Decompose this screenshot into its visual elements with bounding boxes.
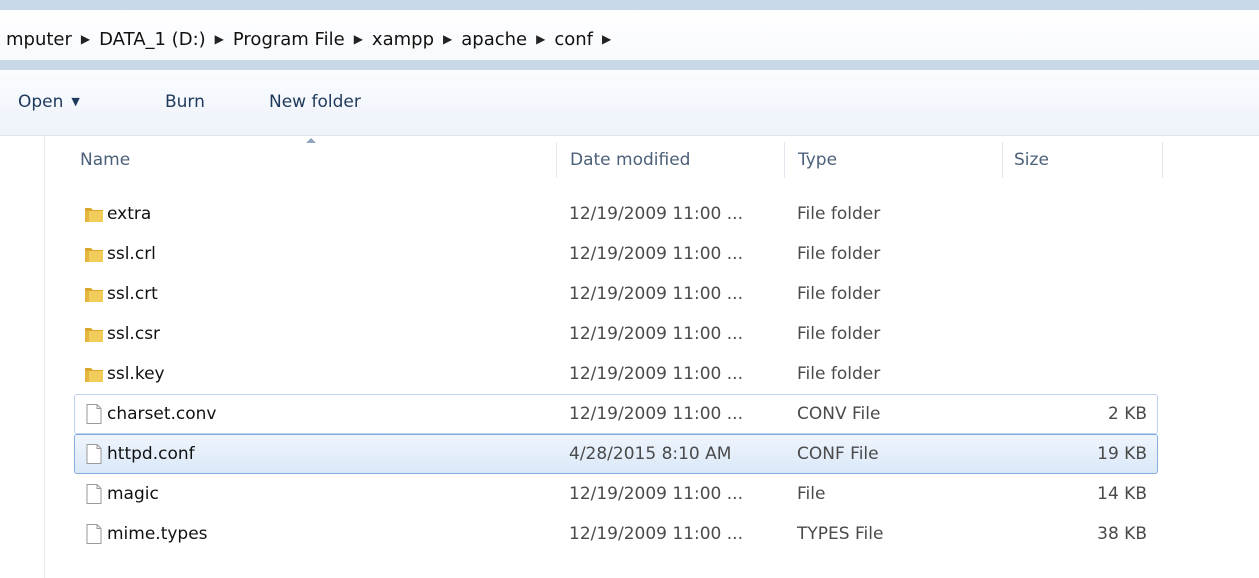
new-folder-button[interactable]: New folder [269, 92, 361, 112]
file-type: File folder [797, 324, 881, 344]
file-row[interactable]: ssl.crt 12/19/2009 11:00 ... File folder [74, 274, 1158, 314]
file-size: 14 KB [1097, 484, 1147, 504]
file-name: ssl.crl [107, 244, 156, 264]
folder-icon [83, 363, 105, 385]
file-type: File folder [797, 284, 881, 304]
breadcrumb-arrow-icon[interactable]: ▶ [599, 32, 614, 46]
folder-icon [83, 203, 105, 225]
file-icon [83, 403, 105, 425]
folder-icon [83, 283, 105, 305]
file-name: ssl.csr [107, 324, 161, 344]
file-name: charset.conv [107, 404, 217, 424]
file-row[interactable]: mime.types 12/19/2009 11:00 ... TYPES File… [74, 514, 1158, 554]
file-row[interactable]: ssl.key 12/19/2009 11:00 ... File folder [74, 354, 1158, 394]
file-date-modified: 12/19/2009 11:00 ... [569, 244, 743, 264]
chevron-down-icon: ▼ [71, 95, 80, 108]
file-size: 38 KB [1097, 524, 1147, 544]
breadcrumb-arrow-icon[interactable]: ▶ [533, 32, 548, 46]
command-toolbar: Open ▼ Burn New folder [0, 70, 1259, 136]
file-type: File folder [797, 204, 881, 224]
file-row[interactable]: ssl.crl 12/19/2009 11:00 ... File folder [74, 234, 1158, 274]
breadcrumb-item[interactable]: apache [455, 29, 533, 50]
address-bar[interactable]: mputer ▶ DATA_1 (D:) ▶ Program File ▶ xampp ▶ ap… [0, 10, 1259, 65]
file-type: File folder [797, 364, 881, 384]
file-date-modified: 12/19/2009 11:00 ... [569, 524, 743, 544]
column-header-size[interactable]: Size [1014, 142, 1049, 178]
breadcrumb-arrow-icon[interactable]: ▶ [78, 32, 93, 46]
column-divider[interactable] [784, 142, 785, 178]
file-row[interactable]: extra 12/19/2009 11:00 ... File folder [74, 194, 1158, 234]
file-date-modified: 4/28/2015 8:10 AM [569, 444, 732, 464]
file-name: httpd.conf [107, 444, 195, 464]
file-size: 2 KB [1107, 404, 1147, 424]
column-divider[interactable] [1002, 142, 1003, 178]
file-name: extra [107, 204, 152, 224]
breadcrumb-item[interactable]: Program File [227, 29, 351, 50]
breadcrumb-arrow-icon[interactable]: ▶ [440, 32, 455, 46]
file-name: mime.types [107, 524, 208, 544]
file-row[interactable]: httpd.conf 4/28/2015 8:10 AM CONF File 19 K… [74, 434, 1158, 474]
file-list: extra 12/19/2009 11:00 ... File folder ssl.… [74, 194, 1158, 554]
file-date-modified: 12/19/2009 11:00 ... [569, 324, 743, 344]
open-button-label: Open [18, 92, 64, 112]
open-button[interactable]: Open ▼ [18, 92, 80, 112]
file-name: magic [107, 484, 159, 504]
file-icon [83, 443, 105, 465]
column-divider[interactable] [1162, 142, 1163, 178]
file-date-modified: 12/19/2009 11:00 ... [569, 364, 743, 384]
file-row[interactable]: ssl.csr 12/19/2009 11:00 ... File folder [74, 314, 1158, 354]
breadcrumb-item[interactable]: mputer [0, 29, 78, 50]
breadcrumb: mputer ▶ DATA_1 (D:) ▶ Program File ▶ xampp ▶ ap… [0, 26, 614, 52]
column-header-date[interactable]: Date modified [570, 142, 690, 178]
sort-ascending-icon [306, 138, 316, 143]
file-date-modified: 12/19/2009 11:00 ... [569, 484, 743, 504]
file-row[interactable]: charset.conv 12/19/2009 11:00 ... CONV Fil… [74, 394, 1158, 434]
breadcrumb-item[interactable]: xampp [366, 29, 440, 50]
file-size: 19 KB [1097, 444, 1147, 464]
navigation-pane-edge [44, 135, 45, 578]
file-name: ssl.key [107, 364, 165, 384]
file-date-modified: 12/19/2009 11:00 ... [569, 204, 743, 224]
file-icon [83, 483, 105, 505]
breadcrumb-arrow-icon[interactable]: ▶ [351, 32, 366, 46]
file-name: ssl.crt [107, 284, 158, 304]
window-top-band [0, 0, 1259, 10]
column-header-name[interactable]: Name [80, 142, 130, 178]
column-header: Name Date modified Type Size [74, 138, 1164, 178]
breadcrumb-arrow-icon[interactable]: ▶ [212, 32, 227, 46]
file-type: CONV File [797, 404, 881, 424]
folder-icon [83, 323, 105, 345]
breadcrumb-item[interactable]: DATA_1 (D:) [93, 29, 212, 50]
file-icon [83, 523, 105, 545]
column-divider[interactable] [556, 142, 557, 178]
folder-icon [83, 243, 105, 265]
burn-button[interactable]: Burn [165, 92, 205, 112]
file-type: File folder [797, 244, 881, 264]
column-header-type[interactable]: Type [798, 142, 837, 178]
file-date-modified: 12/19/2009 11:00 ... [569, 404, 743, 424]
toolbar-separator-band [0, 60, 1259, 70]
file-type: CONF File [797, 444, 879, 464]
breadcrumb-item[interactable]: conf [548, 29, 599, 50]
file-date-modified: 12/19/2009 11:00 ... [569, 284, 743, 304]
file-type: TYPES File [797, 524, 884, 544]
file-row[interactable]: magic 12/19/2009 11:00 ... File 14 KB [74, 474, 1158, 514]
file-type: File [797, 484, 826, 504]
